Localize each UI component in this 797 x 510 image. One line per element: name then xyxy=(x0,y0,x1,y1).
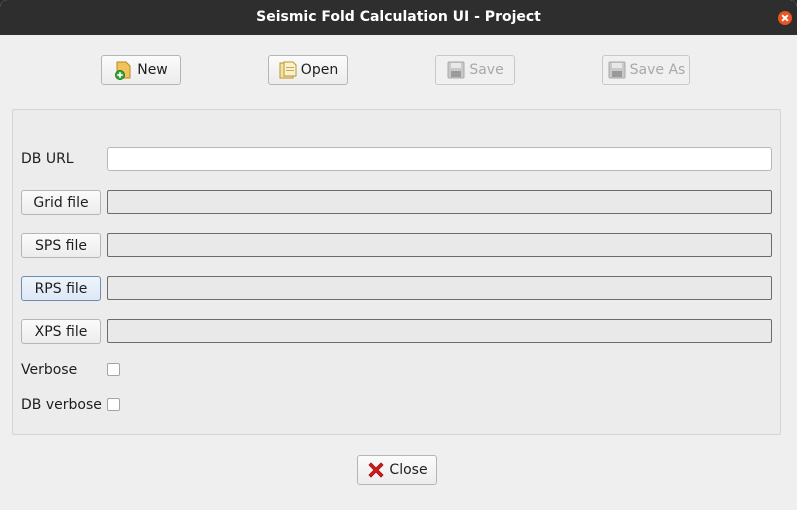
rps-file-button-label: RPS file xyxy=(34,280,88,297)
close-icon xyxy=(366,460,386,480)
open-button[interactable]: Open xyxy=(268,55,348,85)
xps-file-button-label: XPS file xyxy=(34,323,88,340)
save-as-icon xyxy=(607,60,627,80)
open-folder-icon xyxy=(278,60,298,80)
sps-file-button[interactable]: SPS file xyxy=(21,233,101,258)
save-as-button-label: Save As xyxy=(629,62,686,78)
grid-file-button-label: Grid file xyxy=(33,194,89,211)
sps-file-button-label: SPS file xyxy=(35,237,87,254)
new-button-label: New xyxy=(137,62,168,78)
db-url-label: DB URL xyxy=(21,151,74,167)
db-verbose-label: DB verbose xyxy=(21,397,102,413)
window-title: Seismic Fold Calculation UI - Project xyxy=(256,9,541,25)
rps-file-button[interactable]: RPS file xyxy=(21,276,101,301)
xps-file-field xyxy=(107,319,772,343)
grid-file-button[interactable]: Grid file xyxy=(21,190,101,215)
db-url-input[interactable] xyxy=(107,147,772,171)
save-as-button[interactable]: Save As xyxy=(602,55,690,85)
project-window: Seismic Fold Calculation UI - Project Ne… xyxy=(0,0,797,510)
verbose-label: Verbose xyxy=(21,362,78,378)
title-bar: Seismic Fold Calculation UI - Project xyxy=(0,0,797,35)
save-button-label: Save xyxy=(469,62,504,78)
xps-file-button[interactable]: XPS file xyxy=(21,319,101,344)
close-button[interactable]: Close xyxy=(357,455,437,485)
rps-file-field xyxy=(107,276,772,300)
save-icon xyxy=(446,60,466,80)
db-verbose-checkbox[interactable] xyxy=(107,398,120,411)
open-button-label: Open xyxy=(300,62,339,78)
sps-file-field xyxy=(107,233,772,257)
grid-file-field xyxy=(107,190,772,214)
new-file-icon xyxy=(114,60,134,80)
new-button[interactable]: New xyxy=(101,55,181,85)
save-button[interactable]: Save xyxy=(435,55,515,85)
close-icon[interactable] xyxy=(778,11,792,25)
verbose-checkbox[interactable] xyxy=(107,363,120,376)
window-content: New Open Save Save As DB URL Grid file S… xyxy=(0,35,797,510)
close-button-label: Close xyxy=(389,462,428,478)
